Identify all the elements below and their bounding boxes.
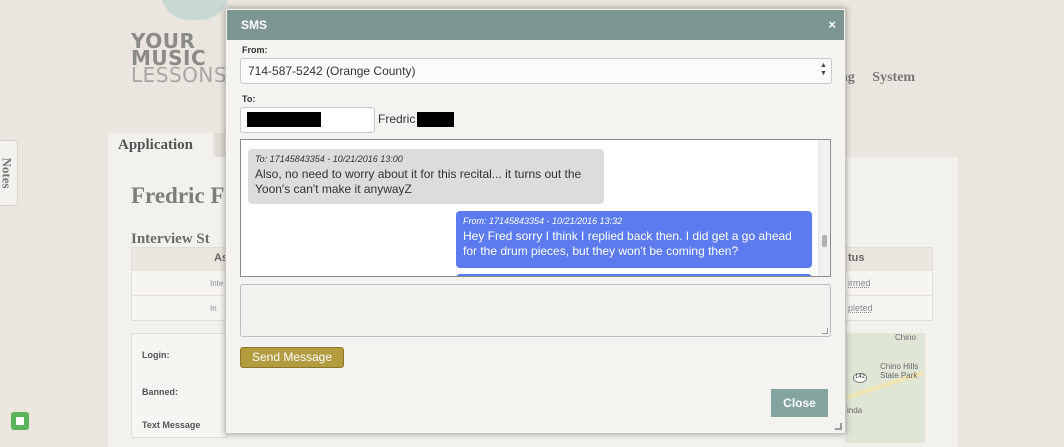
table-header: tus xyxy=(846,248,932,270)
redacted-phone xyxy=(247,112,321,127)
status-link[interactable]: irmed xyxy=(846,270,932,295)
modal-title: SMS xyxy=(241,18,268,32)
interview-status-heading: Interview St xyxy=(131,231,210,247)
from-label: From: xyxy=(242,45,268,55)
redacted-surname xyxy=(417,112,454,127)
to-label: To: xyxy=(242,94,256,104)
recipient-name: Fredric xyxy=(378,112,416,126)
nav-item-system[interactable]: System xyxy=(872,70,915,85)
tab-application[interactable]: Application xyxy=(108,133,213,159)
from-number-value: 714-587-5242 (Orange County) xyxy=(248,64,416,78)
close-icon[interactable]: × xyxy=(828,17,836,32)
logo-line-3: LESSONS xyxy=(131,63,228,87)
interview-table-right: tus irmed pleted xyxy=(845,247,933,321)
chat-widget-icon[interactable] xyxy=(11,412,29,430)
table-row: Inte xyxy=(132,270,226,295)
highway-shield-icon: 142 xyxy=(853,373,867,383)
map-label-linda: inda xyxy=(847,406,863,415)
send-message-button[interactable]: Send Message xyxy=(240,347,344,368)
status-link[interactable]: pleted xyxy=(846,295,932,320)
table-header: As xyxy=(132,248,228,270)
resize-grip-icon[interactable] xyxy=(822,328,828,334)
message-meta: To: 17145843354 - 10/21/2016 13:00 xyxy=(255,154,403,164)
app-logo[interactable]: YOUR MUSIC LESSONS xyxy=(131,31,231,87)
close-button[interactable]: Close xyxy=(771,389,828,417)
message-bubble-outgoing: To: 17145843354 - 10/21/2016 13:00 Also,… xyxy=(248,149,604,204)
map-label-chino: Chino xyxy=(895,333,916,342)
message-thread[interactable]: To: 17145843354 - 10/21/2016 13:00 Also,… xyxy=(240,139,831,277)
select-arrows-icon: ▲ ▼ xyxy=(820,62,827,77)
message-body: Also, no need to worry about it for this… xyxy=(255,167,582,196)
scrollbar-thumb[interactable] xyxy=(822,235,827,247)
top-nav: ng System xyxy=(840,70,929,86)
from-number-select[interactable]: 714-587-5242 (Orange County) ▲ ▼ xyxy=(240,58,832,84)
map-label-chino-hills: Chino Hills State Park xyxy=(880,362,919,380)
modal-header: SMS × xyxy=(227,10,844,40)
login-label: Login: xyxy=(142,350,170,360)
logo-graphic xyxy=(160,0,230,20)
table-row: In xyxy=(132,295,226,320)
account-info-box: Login: Banned: Text Message xyxy=(131,333,227,438)
message-bubble-incoming-partial xyxy=(456,274,812,276)
banned-label: Banned: xyxy=(142,387,178,397)
modal-resize-icon[interactable] xyxy=(835,423,842,430)
to-number-field[interactable] xyxy=(240,107,375,133)
interview-table-left: As Inte In xyxy=(131,247,228,321)
message-compose-textarea[interactable] xyxy=(240,284,831,337)
location-map[interactable]: Chino Chino Hills State Park 142 inda xyxy=(845,333,925,443)
message-body: Hey Fred sorry I think I replied back th… xyxy=(463,229,792,258)
tab-application-label: Application xyxy=(118,137,194,153)
message-bubble-incoming: From: 17145843354 - 10/21/2016 13:32 Hey… xyxy=(456,211,812,268)
message-meta: From: 17145843354 - 10/21/2016 13:32 xyxy=(463,216,623,226)
thread-scrollbar[interactable] xyxy=(818,140,830,276)
page-title: Fredric F xyxy=(131,183,225,208)
sms-modal: SMS × From: 714-587-5242 (Orange County)… xyxy=(225,8,846,434)
notes-tab[interactable]: Notes xyxy=(0,140,18,206)
text-message-label: Text Message xyxy=(142,420,201,430)
notes-tab-label: Notes xyxy=(0,157,15,189)
